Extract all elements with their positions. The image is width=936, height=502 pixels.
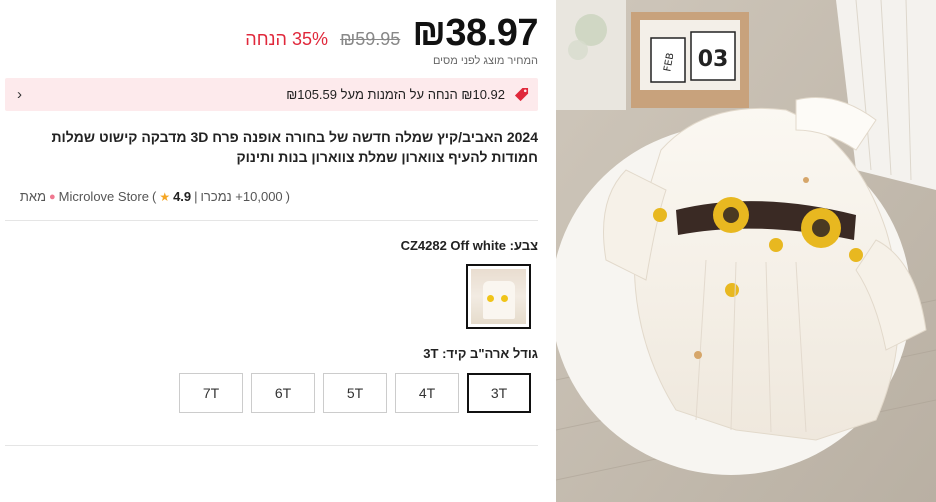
store-prefix: מאת — [19, 189, 46, 204]
price-tag-icon — [513, 87, 529, 103]
size-option-7t[interactable]: 7T — [179, 373, 243, 413]
discount-label: 35% הנחה — [245, 29, 328, 49]
promo-text: ₪10.92 הנחה על הזמנות מעל ₪105.59 — [286, 87, 505, 102]
rating-value: 4.9 — [173, 189, 192, 204]
paren-close: ) — [151, 189, 157, 204]
size-option-6t[interactable]: 6T — [251, 373, 315, 413]
star-icon: ★ — [159, 189, 171, 204]
price-row: ₪38.97 ₪59.95 35% הנחה — [245, 4, 538, 52]
product-title: 2024 האביב/קיץ שמלה חדשה של בחורה אופנה … — [51, 129, 538, 165]
original-price: ₪59.95 — [339, 29, 401, 49]
color-label: צבע: CZ4282 Off white — [400, 238, 538, 253]
divider — [5, 220, 538, 221]
size-option-5t[interactable]: 5T — [323, 373, 387, 413]
store-row[interactable]: ( 10,000+ נמכרו | 4.9 ★ ) Microlove Stor… — [20, 189, 290, 204]
size-label: גודל ארה"ב קיד: 3T — [423, 346, 538, 361]
tax-note: המחיר מוצג לפני מסים — [432, 55, 538, 67]
svg-text:03: 03 — [698, 47, 729, 72]
separator: | — [194, 189, 198, 204]
size-option-3t[interactable]: 3T — [467, 373, 531, 413]
product-photo-illustration: FEB 03 — [556, 0, 936, 502]
color-swatch-selected[interactable] — [466, 264, 531, 329]
swatch-thumbnail — [471, 269, 526, 324]
size-option-4t[interactable]: 4T — [395, 373, 459, 413]
current-price: ₪38.97 — [412, 12, 538, 54]
store-name-link[interactable]: Microlove Store — [59, 189, 149, 204]
sold-count: 10,000+ נמכרו — [200, 189, 283, 204]
paren-open: ( — [285, 189, 290, 204]
product-info-panel: ₪38.97 ₪59.95 35% הנחה המחיר מוצג לפני מ… — [0, 0, 548, 502]
promo-banner[interactable]: ₪10.92 הנחה על הזמנות מעל ₪105.59 ‹ — [5, 78, 538, 111]
chevron-left-icon[interactable]: ‹ — [17, 86, 22, 103]
divider — [5, 445, 538, 446]
store-bag-icon: ● — [49, 190, 56, 203]
product-image[interactable]: FEB 03 — [556, 0, 936, 502]
